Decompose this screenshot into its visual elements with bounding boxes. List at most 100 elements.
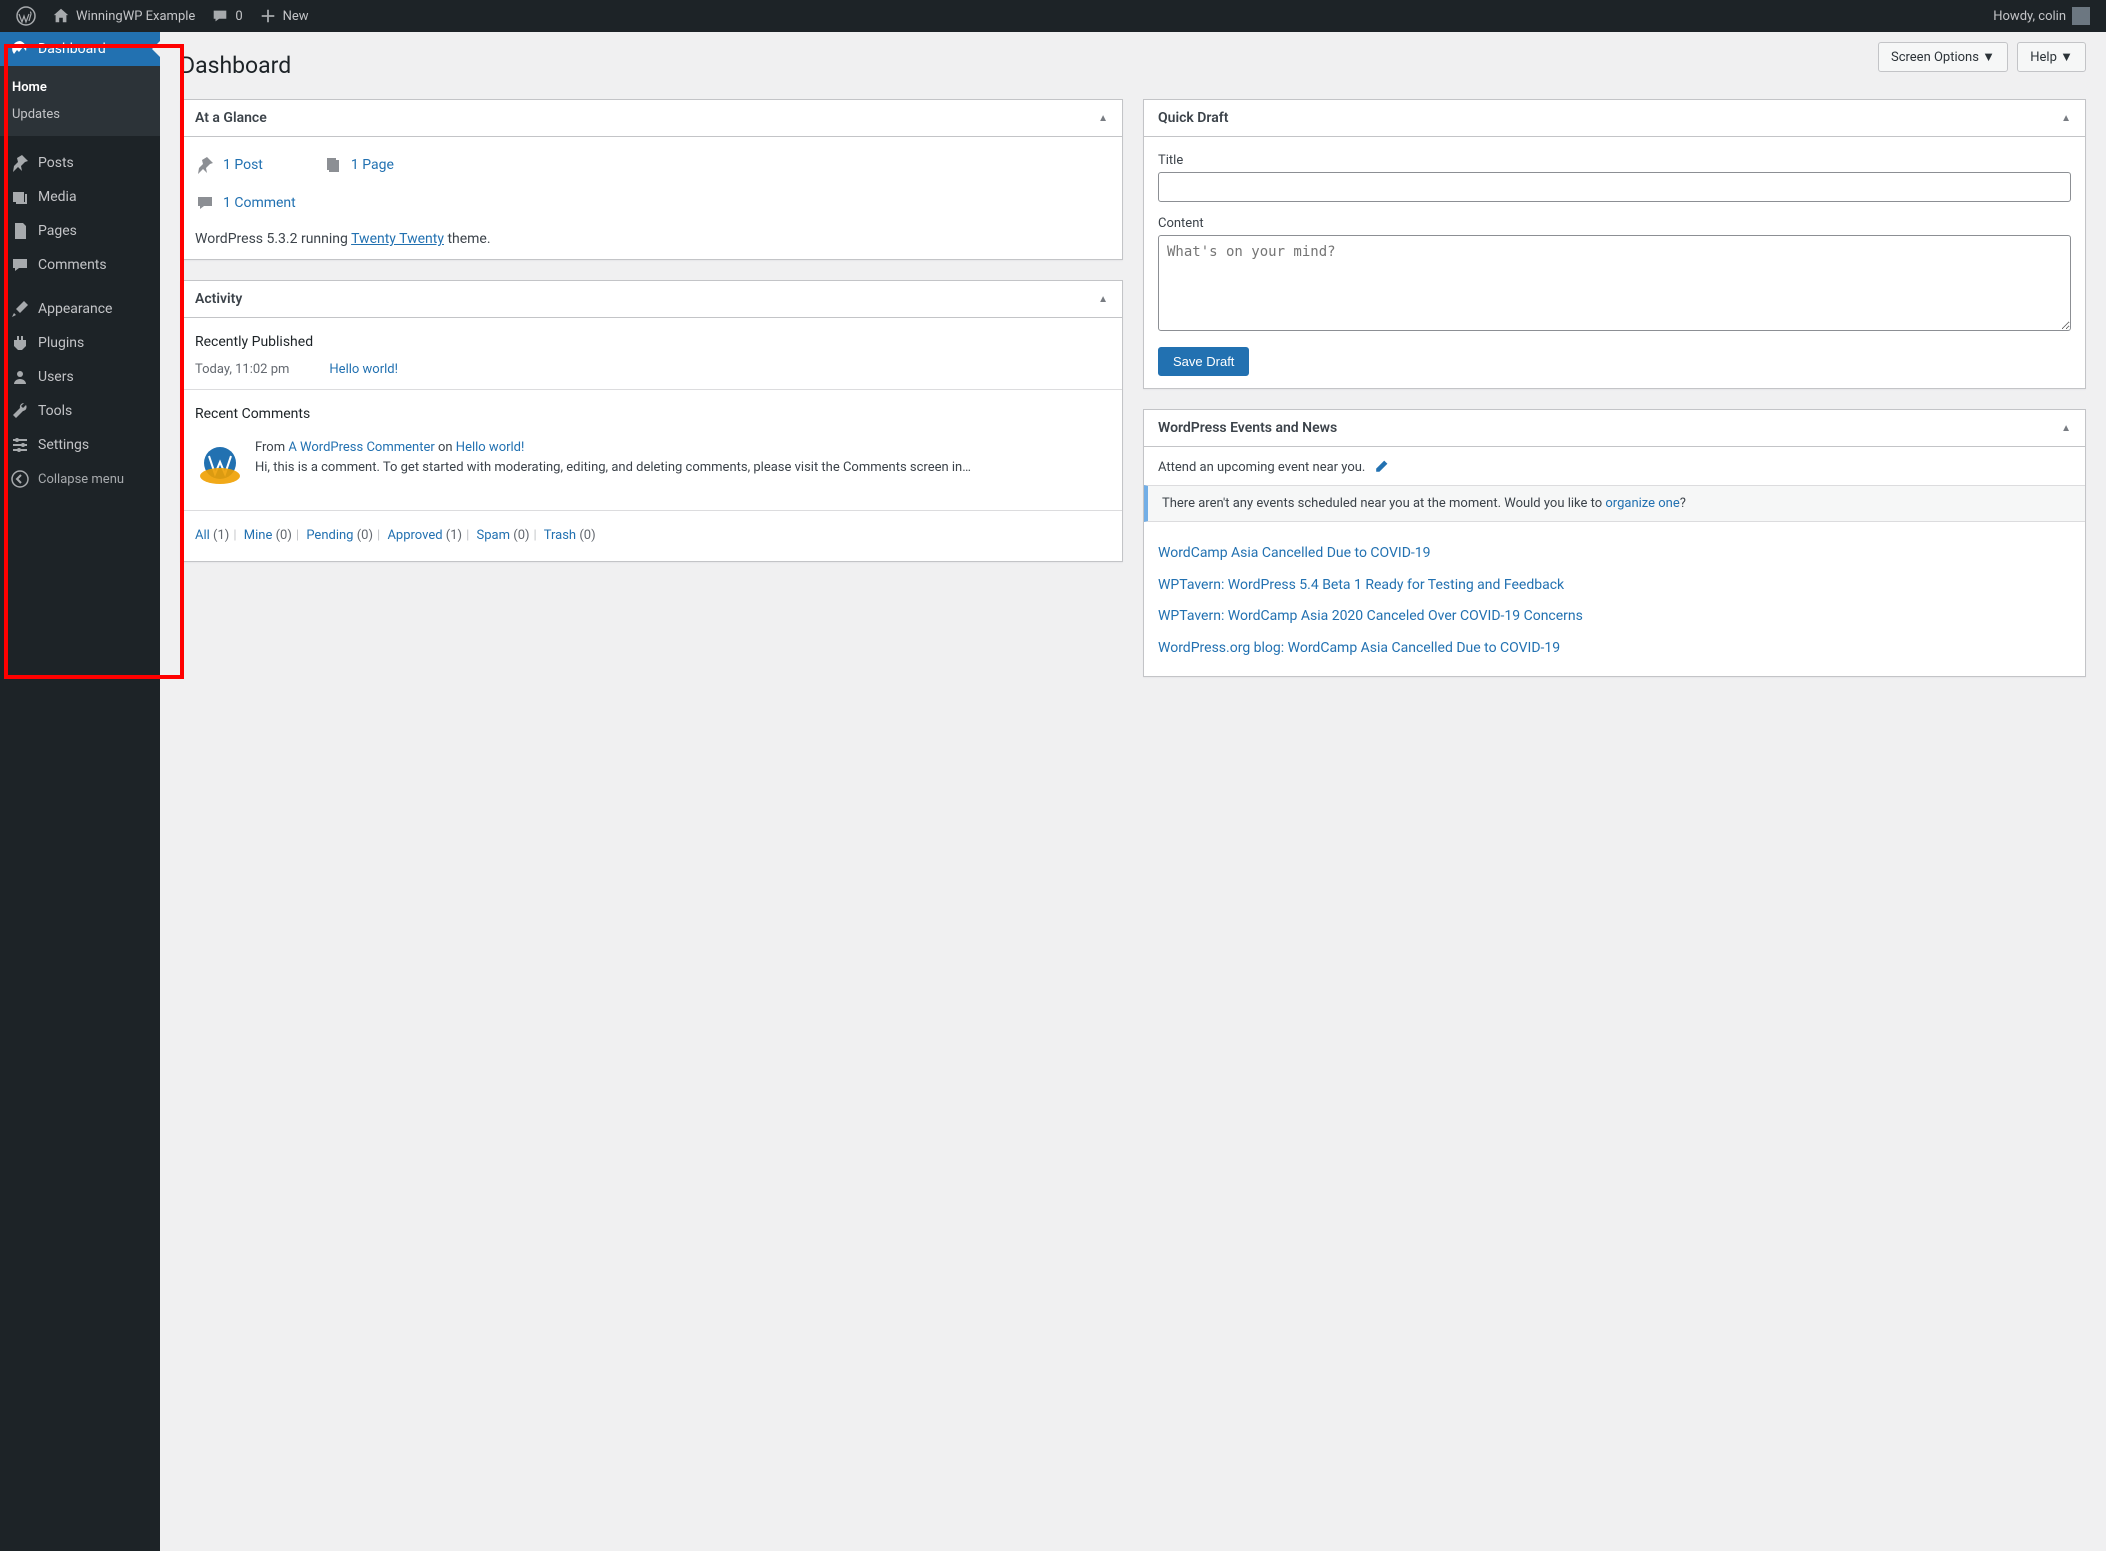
comment-filters: All (1)| Mine (0)| Pending (0)| Approved…	[181, 510, 1122, 549]
widget-title: At a Glance	[195, 110, 267, 126]
widget-header[interactable]: Activity ▲	[181, 281, 1122, 318]
widget-header[interactable]: Quick Draft ▲	[1144, 100, 2085, 137]
filter-pending[interactable]: Pending	[306, 528, 353, 543]
comment-icon	[195, 193, 215, 213]
sidebar-item-settings[interactable]: Settings	[0, 428, 160, 462]
comments-link[interactable]: 0	[203, 0, 250, 32]
published-row: Today, 11:02 pm Hello world!	[195, 360, 1108, 389]
activity-widget: Activity ▲ Recently Published Today, 11:…	[180, 280, 1123, 562]
draft-content-input[interactable]	[1158, 235, 2071, 331]
theme-link[interactable]: Twenty Twenty	[351, 231, 444, 247]
draft-title-input[interactable]	[1158, 172, 2071, 202]
new-label: New	[283, 9, 309, 24]
dashboard-submenu: Home Updates	[0, 66, 160, 136]
comment-item: From A WordPress Commenter on Hello worl…	[195, 432, 1108, 508]
plugin-icon	[10, 333, 30, 353]
sidebar-label: Tools	[38, 403, 72, 419]
wp-version: WordPress 5.3.2 running Twenty Twenty th…	[195, 227, 1108, 247]
sidebar-label: Plugins	[38, 335, 84, 351]
pages-icon	[10, 221, 30, 241]
filter-approved[interactable]: Approved	[387, 528, 442, 543]
pages-icon	[323, 155, 343, 175]
sidebar-item-media[interactable]: Media	[0, 180, 160, 214]
attend-text: Attend an upcoming event near you.	[1158, 460, 1365, 475]
edit-location-icon[interactable]	[1373, 459, 1389, 475]
wordpress-icon	[16, 6, 36, 26]
publish-title-link[interactable]: Hello world!	[329, 362, 398, 377]
howdy-text: Howdy, colin	[1993, 9, 2066, 24]
submenu-updates[interactable]: Updates	[0, 101, 160, 128]
media-icon	[10, 187, 30, 207]
sidebar-item-tools[interactable]: Tools	[0, 394, 160, 428]
widget-title: Activity	[195, 291, 242, 307]
screen-options-button[interactable]: Screen Options ▼	[1878, 42, 2008, 72]
recently-published-heading: Recently Published	[195, 334, 1108, 350]
sidebar-item-plugins[interactable]: Plugins	[0, 326, 160, 360]
plus-icon	[259, 7, 277, 25]
home-icon	[52, 7, 70, 25]
toggle-icon[interactable]: ▲	[1098, 294, 1108, 305]
news-link[interactable]: WordCamp Asia Cancelled Due to COVID-19	[1158, 538, 2071, 570]
sliders-icon	[10, 435, 30, 455]
sidebar-item-posts[interactable]: Posts	[0, 146, 160, 180]
glance-pages[interactable]: 1 Page	[323, 155, 394, 175]
no-events-notice: There aren't any events scheduled near y…	[1144, 485, 2085, 522]
sidebar-item-pages[interactable]: Pages	[0, 214, 160, 248]
pin-icon	[195, 155, 215, 175]
submenu-home[interactable]: Home	[0, 74, 160, 101]
site-name-link[interactable]: WinningWP Example	[44, 0, 203, 32]
widget-header[interactable]: WordPress Events and News ▲	[1144, 410, 2085, 447]
sidebar-item-dashboard[interactable]: Dashboard	[0, 32, 160, 66]
toggle-icon[interactable]: ▲	[2061, 423, 2071, 434]
toggle-icon[interactable]: ▲	[1098, 113, 1108, 124]
publish-time: Today, 11:02 pm	[195, 362, 289, 377]
collapse-label: Collapse menu	[38, 472, 124, 487]
collapse-menu[interactable]: Collapse menu	[0, 462, 160, 496]
comment-meta: From A WordPress Commenter on Hello worl…	[255, 438, 971, 458]
comment-post-link[interactable]: Hello world!	[456, 440, 525, 455]
title-label: Title	[1158, 153, 2071, 168]
content-label: Content	[1158, 216, 2071, 231]
organize-link[interactable]: organize one	[1605, 496, 1679, 511]
header-actions: Screen Options ▼ Help ▼	[1872, 42, 2086, 72]
comment-author-link[interactable]: A WordPress Commenter	[288, 440, 434, 455]
help-button[interactable]: Help ▼	[2017, 42, 2086, 72]
comment-icon	[211, 7, 229, 25]
sidebar-item-appearance[interactable]: Appearance	[0, 292, 160, 326]
filter-mine[interactable]: Mine	[244, 528, 273, 543]
user-icon	[10, 367, 30, 387]
widget-title: Quick Draft	[1158, 110, 1228, 126]
news-link[interactable]: WPTavern: WordCamp Asia 2020 Canceled Ov…	[1158, 601, 2071, 633]
filter-trash[interactable]: Trash	[544, 528, 576, 543]
wp-logo[interactable]	[8, 0, 44, 32]
filter-spam[interactable]: Spam	[477, 528, 511, 543]
glance-posts[interactable]: 1 Post	[195, 155, 263, 175]
sidebar-label: Settings	[38, 437, 89, 453]
news-list: WordCamp Asia Cancelled Due to COVID-19 …	[1158, 532, 2071, 664]
filter-all[interactable]: All	[195, 528, 210, 543]
collapse-icon	[10, 469, 30, 489]
widget-header[interactable]: At a Glance ▲	[181, 100, 1122, 137]
sidebar-label: Users	[38, 369, 74, 385]
dashboard-icon	[10, 39, 30, 59]
wapuu-avatar	[195, 438, 245, 488]
site-name: WinningWP Example	[76, 9, 195, 24]
sidebar-label: Dashboard	[38, 41, 106, 57]
sidebar-label: Pages	[38, 223, 77, 239]
my-account[interactable]: Howdy, colin	[1985, 0, 2098, 32]
admin-bar: WinningWP Example 0 New Howdy, colin	[0, 0, 2106, 32]
news-link[interactable]: WordPress.org blog: WordCamp Asia Cancel…	[1158, 633, 2071, 665]
comment-text: Hi, this is a comment. To get started wi…	[255, 458, 971, 478]
avatar-icon	[2072, 7, 2090, 25]
wrench-icon	[10, 401, 30, 421]
sidebar-label: Posts	[38, 155, 74, 171]
glance-comments[interactable]: 1 Comment	[195, 193, 1108, 213]
save-draft-button[interactable]: Save Draft	[1158, 347, 1249, 376]
sidebar-item-comments[interactable]: Comments	[0, 248, 160, 282]
sidebar-item-users[interactable]: Users	[0, 360, 160, 394]
news-link[interactable]: WPTavern: WordPress 5.4 Beta 1 Ready for…	[1158, 570, 2071, 602]
sidebar-label: Appearance	[38, 301, 112, 317]
widget-title: WordPress Events and News	[1158, 420, 1337, 436]
toggle-icon[interactable]: ▲	[2061, 113, 2071, 124]
new-content-link[interactable]: New	[251, 0, 317, 32]
